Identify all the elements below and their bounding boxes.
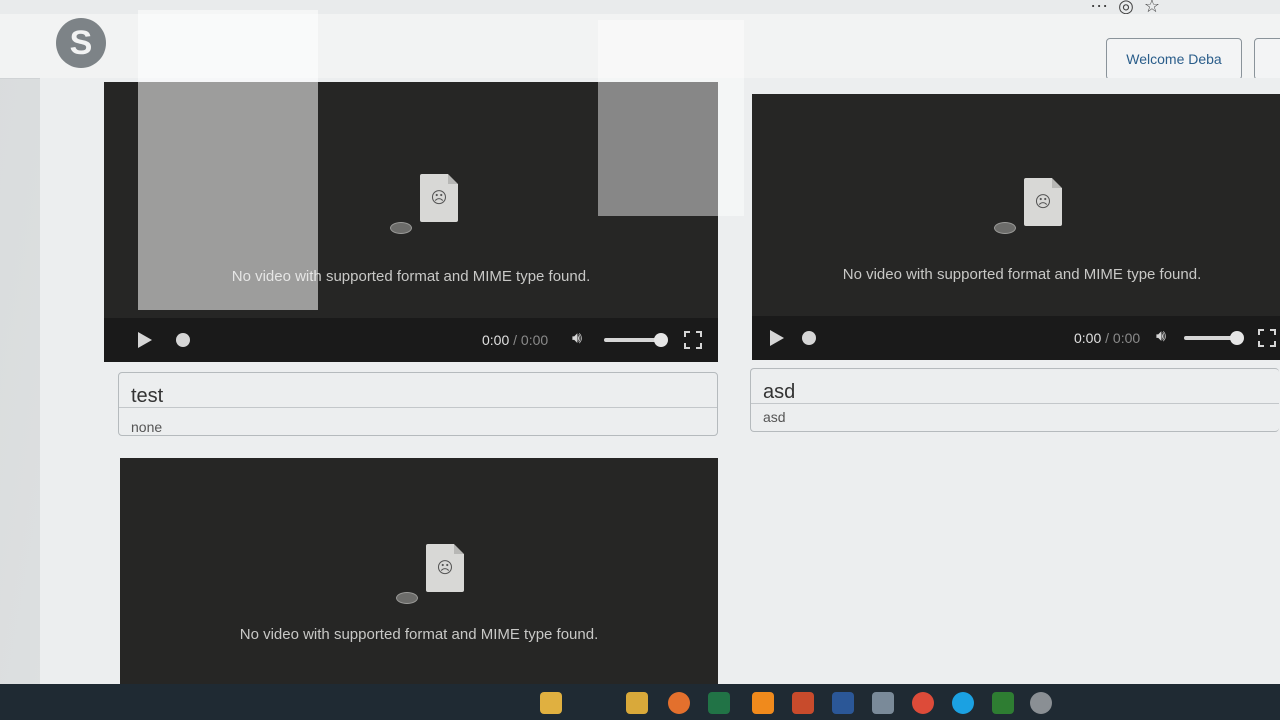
internet-explorer-icon[interactable] (952, 692, 974, 714)
vlc-icon[interactable] (752, 692, 774, 714)
time-current: 0:00 (1074, 330, 1102, 346)
dot-icon[interactable] (176, 333, 190, 347)
play-icon[interactable] (770, 330, 784, 346)
video-description: asd (763, 409, 786, 425)
video-player[interactable]: ☹ No video with supported format and MIM… (104, 82, 718, 362)
video-info-box: test none (118, 372, 718, 436)
broken-file-icon: ☹ (426, 544, 464, 592)
volume-knob[interactable] (1230, 331, 1244, 345)
firefox-icon[interactable] (668, 692, 690, 714)
folder-icon[interactable] (626, 692, 648, 714)
video-error-message: No video with supported format and MIME … (842, 266, 1202, 283)
broken-file-icon: ☹ (1024, 178, 1062, 226)
green-app-icon[interactable] (992, 692, 1014, 714)
app-icon[interactable] (872, 692, 894, 714)
fullscreen-icon[interactable] (1258, 329, 1276, 347)
video-player[interactable]: ☹ No video with supported format and MIM… (120, 458, 718, 684)
video-info-box: asd asd (750, 368, 1279, 432)
mini-play-icon (994, 222, 1016, 234)
excel-icon[interactable] (708, 692, 730, 714)
mini-play-icon (390, 222, 412, 234)
site-header: S Welcome Deba (0, 14, 1280, 80)
info-divider (751, 403, 1279, 404)
welcome-user-button[interactable]: Welcome Deba (1106, 38, 1242, 80)
welcome-label: Welcome Deba (1126, 51, 1222, 67)
video-error-message: No video with supported format and MIME … (231, 268, 591, 285)
video-controls: 0:00 / 0:00 🔊︎ (104, 318, 718, 362)
powerpoint-icon[interactable] (792, 692, 814, 714)
time-separator: / (1101, 330, 1113, 346)
browser-toolbar: ⋯ ◎ ☆ (0, 0, 1280, 16)
video-description: none (131, 419, 163, 435)
video-title: asd (763, 381, 796, 403)
video-player[interactable]: ☹ No video with supported format and MIM… (752, 94, 1280, 360)
chrome-icon[interactable] (912, 692, 934, 714)
mini-play-icon (396, 592, 418, 604)
logo-letter: S (69, 23, 93, 62)
time-duration: 0:00 (520, 332, 549, 348)
dot-icon[interactable] (802, 331, 816, 345)
volume-icon[interactable]: 🔊︎ (572, 330, 582, 348)
time-separator: / (509, 332, 521, 348)
video-controls: 0:00 / 0:00 🔊︎ (752, 316, 1280, 360)
time-display: 0:00 / 0:00 (1074, 330, 1140, 346)
volume-icon[interactable]: 🔊︎ (1156, 328, 1166, 346)
play-icon[interactable] (138, 332, 152, 348)
logout-button[interactable] (1254, 38, 1280, 80)
video-error-message: No video with supported format and MIME … (239, 626, 599, 643)
fullscreen-icon[interactable] (684, 331, 702, 349)
file-manager-icon[interactable] (540, 692, 562, 714)
info-divider (119, 407, 717, 408)
broken-file-icon: ☹ (420, 174, 458, 222)
site-logo[interactable]: S (56, 18, 106, 68)
time-display: 0:00 / 0:00 (482, 332, 548, 348)
video-title: test (131, 385, 164, 407)
time-current: 0:00 (482, 332, 510, 348)
volume-knob[interactable] (654, 333, 668, 347)
word-icon[interactable] (832, 692, 854, 714)
time-duration: 0:00 (1112, 330, 1141, 346)
settings-icon[interactable] (1030, 692, 1052, 714)
windows-taskbar (0, 684, 1280, 720)
